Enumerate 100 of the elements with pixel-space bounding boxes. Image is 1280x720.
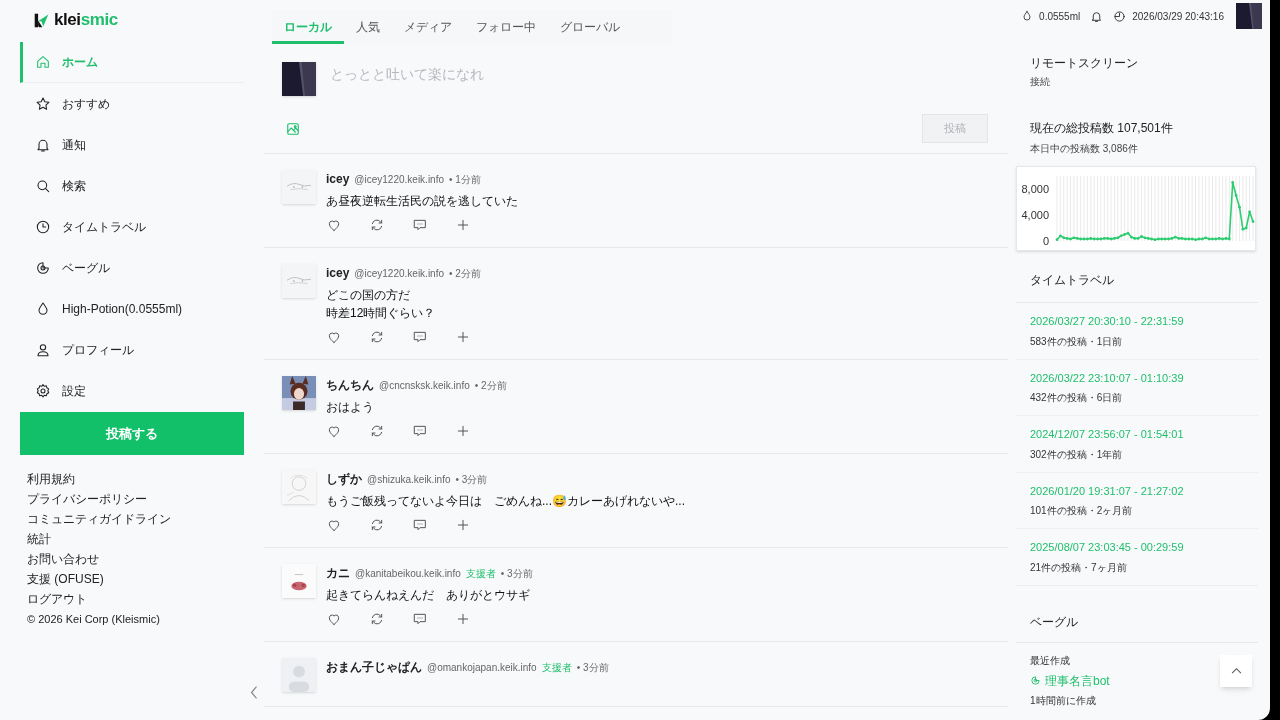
like-icon[interactable] [326, 611, 342, 627]
user-name: icey [326, 265, 350, 282]
logo-icon [33, 11, 50, 29]
ring-icon [35, 259, 51, 276]
comment-icon[interactable] [412, 517, 428, 533]
repost-icon[interactable] [369, 611, 385, 627]
time-travel-item[interactable]: 2025/08/07 23:03:45 - 00:29:59 21件の投稿・7ヶ月前 [1016, 529, 1258, 586]
drop-icon [1021, 10, 1034, 22]
footer-link[interactable]: ログアウト [27, 591, 87, 607]
plus-icon[interactable] [455, 329, 471, 345]
bell-icon[interactable] [1090, 9, 1104, 23]
clock-icon [35, 218, 51, 235]
footer-link[interactable]: 利用規約 [27, 471, 75, 487]
post-count: 583件の投稿・1日前 [1030, 334, 1124, 349]
comment-icon[interactable] [412, 329, 428, 345]
time-travel-item[interactable]: 2024/12/07 23:56:07 - 01:54:01 302件の投稿・1年前 [1016, 416, 1258, 473]
time-travel-item[interactable]: 2026/03/27 20:30:10 - 22:31:59 583件の投稿・1日前 [1016, 303, 1258, 360]
plus-icon[interactable] [455, 423, 471, 439]
time-range: 2025/08/07 23:03:45 - 00:29:59 [1030, 540, 1185, 555]
user-handle: @omankojapan.keik.info [427, 661, 537, 675]
timeline-tab[interactable]: グローバル [548, 10, 632, 44]
nav-item[interactable]: プロフィール [20, 329, 244, 370]
nav-item[interactable]: 検索 [20, 165, 244, 206]
user-icon [35, 341, 51, 358]
data-point [1238, 205, 1241, 209]
nav-item[interactable]: おすすめ [20, 83, 244, 124]
post-count: 432件の投稿・6日前 [1030, 391, 1124, 405]
current-datetime: 2026/03/29 20:43:16 [1132, 9, 1224, 24]
like-icon[interactable] [326, 329, 342, 345]
ring-icon [1030, 675, 1041, 686]
potion-amount: 0.0555ml [1039, 9, 1081, 24]
post-text: 時差12時間ぐらい？ [326, 305, 437, 322]
plus-icon[interactable] [455, 611, 471, 627]
repost-icon[interactable] [369, 423, 385, 439]
post-time: • 3分前 [576, 661, 609, 675]
post-count: 302件の投稿・1年前 [1030, 447, 1124, 462]
data-point [1251, 220, 1255, 223]
footer-link[interactable]: プライバシーポリシー [27, 491, 147, 507]
data-point [1234, 194, 1238, 197]
repost-icon[interactable] [369, 517, 385, 533]
post-time: • 3分前 [455, 473, 488, 487]
time-travel-item[interactable]: 2026/03/22 23:10:07 - 01:10:39 432件の投稿・6日前 [1016, 359, 1258, 416]
footer-link[interactable]: 支援 (OFUSE) [27, 571, 104, 587]
nav-item[interactable]: タイムトラベル [20, 206, 244, 247]
comment-icon[interactable] [412, 423, 428, 439]
user-name: カニ [326, 565, 350, 582]
like-icon[interactable] [326, 423, 342, 439]
plus-icon[interactable] [455, 217, 471, 233]
like-icon[interactable] [326, 217, 342, 233]
section-subtitle: 最近作成 [1029, 653, 1071, 668]
copyright: © 2026 Kei Corp (Kleismic) [27, 612, 160, 627]
gear-icon [35, 382, 51, 399]
footer-link[interactable]: コミュニティガイドライン [27, 511, 171, 527]
comment-icon[interactable] [412, 217, 428, 233]
nav-item[interactable]: 通知 [20, 124, 244, 165]
search-icon [35, 177, 51, 194]
user-name: おまん子じゃぱん [326, 659, 422, 676]
data-point [1231, 181, 1235, 184]
time-range: 2026/01/20 19:31:07 - 21:27:02 [1030, 483, 1185, 499]
comment-icon[interactable] [412, 611, 428, 627]
post-time: • 1分前 [449, 173, 481, 187]
post-text: 起きてらんねえんだ ありがとウサギ [326, 587, 531, 604]
time-travel-item[interactable]: 2026/01/20 19:31:07 - 21:27:02 101件の投稿・2ヶ月前 [1016, 472, 1258, 529]
connection-status: 接続 [1030, 75, 1051, 89]
clock-icon [1113, 9, 1127, 23]
created-time: 1時間前に作成 [1029, 693, 1097, 708]
like-icon[interactable] [326, 517, 342, 533]
chevron-up-icon [1230, 667, 1242, 674]
time-range: 2024/12/07 23:56:07 - 01:54:01 [1030, 427, 1185, 442]
repost-icon[interactable] [369, 329, 385, 345]
timeline-tab[interactable]: フォロー中 [464, 10, 548, 44]
supporter-label: 支援者 [465, 567, 496, 581]
post-time: • 2分前 [449, 267, 481, 281]
footer-link[interactable]: 統計 [27, 531, 51, 547]
user-handle: @cncnsksk.keik.info [379, 379, 470, 393]
nav-item[interactable]: ベーグル [20, 247, 244, 288]
user-handle: @icey1220.keik.info [354, 267, 444, 281]
post-time: • 3分前 [500, 567, 533, 581]
footer-link[interactable]: お問い合わせ [27, 551, 99, 567]
post-input[interactable]: とっとと吐いて楽になれ [330, 62, 990, 86]
post-text: もうご飯残ってないよ今日は ごめんね...😅カレーあげれないや... [326, 493, 685, 510]
repost-icon[interactable] [369, 217, 385, 233]
plus-icon[interactable] [455, 517, 471, 533]
nav-item[interactable]: 設定 [20, 370, 244, 411]
timeline-tab[interactable]: 人気 [344, 10, 392, 44]
home-icon [35, 54, 51, 70]
user-name: ちんちん [326, 377, 374, 394]
supporter-label: 支援者 [541, 661, 572, 675]
section-title: リモートスクリーン [1030, 55, 1139, 72]
axis-label: 4,000 [1021, 208, 1049, 221]
user-name: icey [326, 171, 350, 188]
user-name: しずか [326, 471, 362, 488]
time-range: 2026/03/22 23:10:07 - 01:10:39 [1030, 370, 1185, 386]
drop-icon [35, 300, 51, 317]
data-point [1248, 210, 1251, 214]
collapse-chevron-icon[interactable] [249, 684, 259, 701]
post-count: 21件の投稿・7ヶ月前 [1030, 560, 1128, 575]
timeline-tab[interactable]: メディア [392, 10, 464, 44]
nav-item[interactable]: High-Potion(0.0555ml) [20, 288, 244, 329]
today-posts: 本日中の投稿数 3,086件 [1030, 142, 1139, 156]
